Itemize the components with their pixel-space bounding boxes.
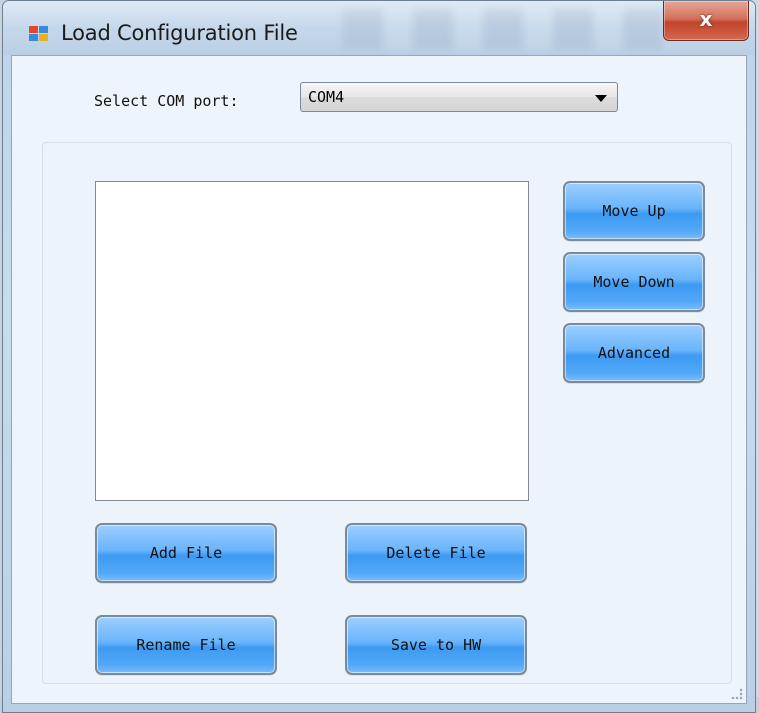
add-file-button[interactable]: Add File xyxy=(95,523,277,583)
com-port-selected-value: COM4 xyxy=(308,88,345,106)
rename-file-label: Rename File xyxy=(136,636,236,654)
resize-grip-icon[interactable] xyxy=(731,688,743,700)
close-icon: x xyxy=(699,7,713,31)
add-file-label: Add File xyxy=(149,544,223,562)
config-file-listbox[interactable] xyxy=(95,181,529,501)
move-up-button[interactable]: Move Up xyxy=(563,181,705,241)
file-group-panel: Move Up Move Down Advanced Add File Dele… xyxy=(42,142,732,684)
rename-file-button[interactable]: Rename File xyxy=(95,615,277,675)
com-port-label: Select COM port: xyxy=(94,92,239,110)
move-down-button[interactable]: Move Down xyxy=(563,252,705,312)
save-to-hw-label: Save to HW xyxy=(390,636,482,654)
window-title: Load Configuration File xyxy=(61,21,298,45)
save-to-hw-button[interactable]: Save to HW xyxy=(345,615,527,675)
close-button[interactable]: x xyxy=(663,1,749,41)
com-port-select[interactable]: COM4 xyxy=(300,82,618,112)
chevron-down-icon[interactable] xyxy=(595,95,607,102)
delete-file-button[interactable]: Delete File xyxy=(345,523,527,583)
advanced-button[interactable]: Advanced xyxy=(563,323,705,383)
move-down-label: Move Down xyxy=(593,273,675,291)
dialog-client-area: Select COM port: COM4 Move Up Move Down … xyxy=(11,55,747,704)
delete-file-label: Delete File xyxy=(386,544,486,562)
dialog-window: Load Configuration File x Select COM por… xyxy=(2,0,756,713)
app-window-icon[interactable] xyxy=(29,26,49,42)
title-bar-background-blur xyxy=(343,9,673,49)
title-bar[interactable]: Load Configuration File x xyxy=(3,1,755,55)
advanced-label: Advanced xyxy=(597,344,671,362)
move-up-label: Move Up xyxy=(602,202,666,220)
